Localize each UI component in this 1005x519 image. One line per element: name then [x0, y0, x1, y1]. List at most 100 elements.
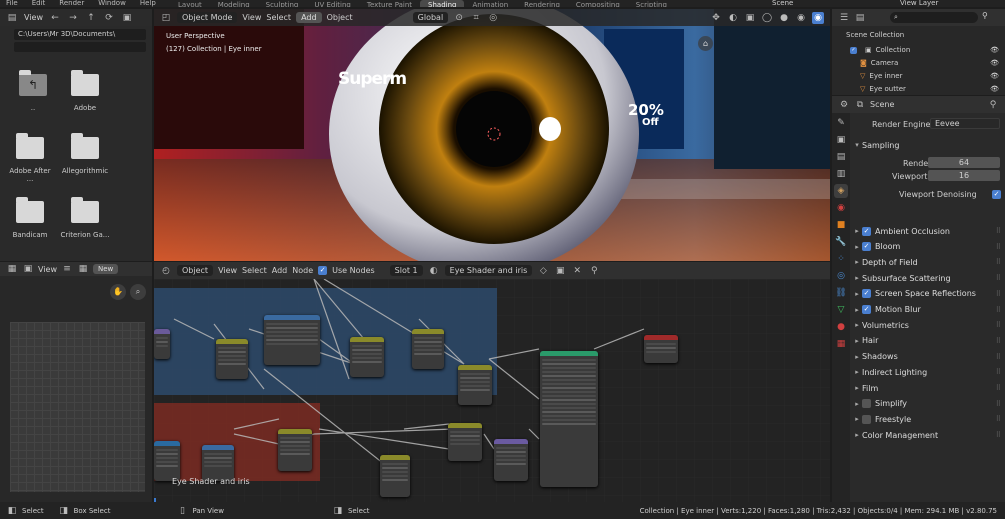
- shader-node[interactable]: [494, 439, 528, 481]
- shader-node[interactable]: [644, 335, 678, 363]
- drag-handle-icon[interactable]: ⠿: [996, 415, 1001, 423]
- scene-selector[interactable]: Scene: [772, 0, 793, 7]
- drag-handle-icon[interactable]: ⠿: [996, 384, 1001, 392]
- workspace-tab-animation[interactable]: Animation: [464, 0, 516, 7]
- sampling-panel-header[interactable]: ▾ Sampling: [852, 138, 1005, 152]
- eye-visibility-icon[interactable]: 👁: [990, 72, 999, 80]
- file-view-menu[interactable]: View: [24, 13, 43, 22]
- tool-tab-icon[interactable]: ✎: [834, 116, 848, 130]
- menu-help[interactable]: Help: [140, 0, 156, 7]
- outliner-row-eye-inner[interactable]: ▽ Eye inner 👁: [860, 70, 1005, 82]
- data-tab-icon[interactable]: ▽: [834, 303, 848, 317]
- panel-screen-space-reflections[interactable]: ▸ ✓ Screen Space Reflections ⠿: [852, 287, 1005, 301]
- folder-item[interactable]: Criterion Ga...: [60, 197, 110, 239]
- viewport-object-menu[interactable]: Object: [327, 13, 353, 22]
- viewport-samples-field[interactable]: 16: [928, 170, 1000, 181]
- slot-dropdown[interactable]: Slot 1: [389, 265, 423, 276]
- shader-node[interactable]: [264, 315, 320, 365]
- drag-handle-icon[interactable]: ⠿: [996, 290, 1001, 298]
- image-mode-icon[interactable]: ▣: [22, 263, 34, 275]
- folder-item[interactable]: Bandicam: [5, 197, 55, 239]
- forward-arrow-icon[interactable]: →: [67, 12, 79, 24]
- folder-item[interactable]: Allegorithmic: [60, 133, 110, 175]
- shader-node[interactable]: [448, 423, 482, 461]
- panel-enable-checkbox[interactable]: ✓: [862, 289, 871, 299]
- outliner-row-collection[interactable]: ✓ ▣ Collection 👁: [850, 44, 1005, 56]
- workspace-tab-texture-paint[interactable]: Texture Paint: [359, 0, 420, 7]
- viewport-add-menu[interactable]: Add: [296, 12, 322, 23]
- workspace-tab-uv-editing[interactable]: UV Editing: [306, 0, 359, 7]
- unlink-material-icon[interactable]: ✕: [571, 265, 583, 277]
- image-view-menu[interactable]: View: [38, 265, 57, 274]
- drag-handle-icon[interactable]: ⠿: [996, 321, 1001, 329]
- filter-icon[interactable]: ⚲: [982, 11, 988, 20]
- overlay-icon[interactable]: ◐: [727, 12, 739, 24]
- camera-view-icon[interactable]: ⌂: [698, 36, 713, 51]
- physics-tab-icon[interactable]: ◎: [834, 269, 848, 283]
- snap-icon[interactable]: ⌗: [470, 12, 482, 24]
- hand-pan-icon[interactable]: ✋: [110, 284, 126, 300]
- world-tab-icon[interactable]: ◉: [834, 201, 848, 215]
- drag-handle-icon[interactable]: ⠿: [996, 243, 1001, 251]
- duplicate-material-icon[interactable]: ▣: [554, 265, 566, 277]
- shader-node[interactable]: [412, 329, 444, 369]
- panel-subsurface-scattering[interactable]: ▸ Subsurface Scattering ⠿: [852, 271, 1005, 285]
- panel-hair[interactable]: ▸ Hair ⠿: [852, 334, 1005, 348]
- constraints-tab-icon[interactable]: ⛓: [834, 286, 848, 300]
- drag-handle-icon[interactable]: ⠿: [996, 274, 1001, 282]
- outliner-type-icon[interactable]: ☰: [838, 12, 850, 24]
- rendered-shading-icon[interactable]: ◉: [812, 11, 824, 24]
- menu-render[interactable]: Render: [59, 0, 84, 7]
- shader-node[interactable]: [154, 441, 180, 481]
- texture-tab-icon[interactable]: ▦: [834, 337, 848, 351]
- shader-node[interactable]: [540, 351, 598, 487]
- collection-checkbox[interactable]: ✓: [850, 46, 857, 54]
- gizmo-icon[interactable]: ✥: [710, 12, 722, 24]
- editor-type-icon[interactable]: ▤: [6, 12, 18, 24]
- filename-field[interactable]: [14, 42, 146, 52]
- viewport-select-menu[interactable]: Select: [266, 13, 291, 22]
- xray-icon[interactable]: ▣: [744, 12, 756, 24]
- shader-node[interactable]: [380, 455, 410, 497]
- panel-shadows[interactable]: ▸ Shadows ⠿: [852, 350, 1005, 364]
- shader-node[interactable]: [154, 329, 170, 359]
- workspace-tab-rendering[interactable]: Rendering: [516, 0, 568, 7]
- menu-edit[interactable]: Edit: [32, 0, 46, 7]
- panel-simplify[interactable]: ▸ Simplify ⠿: [852, 397, 1005, 411]
- viewport-type-icon[interactable]: ◰: [160, 12, 172, 24]
- path-field[interactable]: C:\Users\Mr 3D\Documents\: [14, 29, 146, 40]
- zoom-icon[interactable]: ⌕: [130, 284, 146, 300]
- panel-freestyle[interactable]: ▸ Freestyle ⠿: [852, 412, 1005, 426]
- drag-handle-icon[interactable]: ⠿: [996, 400, 1001, 408]
- pivot-icon[interactable]: ⊙: [453, 12, 465, 24]
- parent-folder-item[interactable]: ↰..: [8, 70, 58, 112]
- image-browse-icon[interactable]: ▦: [77, 263, 89, 275]
- use-nodes-checkbox[interactable]: ✓: [318, 266, 328, 275]
- scene-tab-icon[interactable]: ◈: [834, 184, 848, 198]
- eye-visibility-icon[interactable]: 👁: [990, 59, 999, 67]
- material-name-field[interactable]: Eye Shader and iris: [444, 265, 533, 276]
- shader-node[interactable]: [216, 339, 248, 379]
- menu-window[interactable]: Window: [98, 0, 126, 7]
- panel-color-management[interactable]: ▸ Color Management ⠿: [852, 428, 1005, 442]
- workspace-tab-modeling[interactable]: Modeling: [210, 0, 258, 7]
- node-add-menu[interactable]: Add: [272, 266, 288, 275]
- view-layer-selector[interactable]: View Layer: [900, 0, 938, 7]
- panel-indirect-lighting[interactable]: ▸ Indirect Lighting ⠿: [852, 365, 1005, 379]
- drag-handle-icon[interactable]: ⠿: [996, 353, 1001, 361]
- pin-icon[interactable]: ⚲: [987, 99, 999, 111]
- material-sphere-icon[interactable]: ◐: [428, 265, 440, 277]
- shader-node[interactable]: [202, 445, 234, 481]
- node-object-dropdown[interactable]: Object: [177, 265, 214, 276]
- outliner-row-eye-outter[interactable]: ▽ Eye outter 👁: [860, 83, 1005, 95]
- node-pin-icon[interactable]: ⚲: [588, 265, 600, 277]
- node-editor-type-icon[interactable]: ◴: [160, 265, 172, 277]
- fake-user-icon[interactable]: ◇: [537, 265, 549, 277]
- eye-visibility-icon[interactable]: 👁: [990, 85, 999, 93]
- panel-enable-checkbox[interactable]: ✓: [862, 305, 871, 314]
- render-engine-dropdown[interactable]: Eevee: [930, 118, 1000, 129]
- panel-enable-checkbox[interactable]: [862, 414, 871, 424]
- new-image-button[interactable]: New: [92, 264, 119, 274]
- workspace-tab-shading[interactable]: Shading: [420, 0, 465, 7]
- modifier-tab-icon[interactable]: 🔧: [834, 235, 848, 249]
